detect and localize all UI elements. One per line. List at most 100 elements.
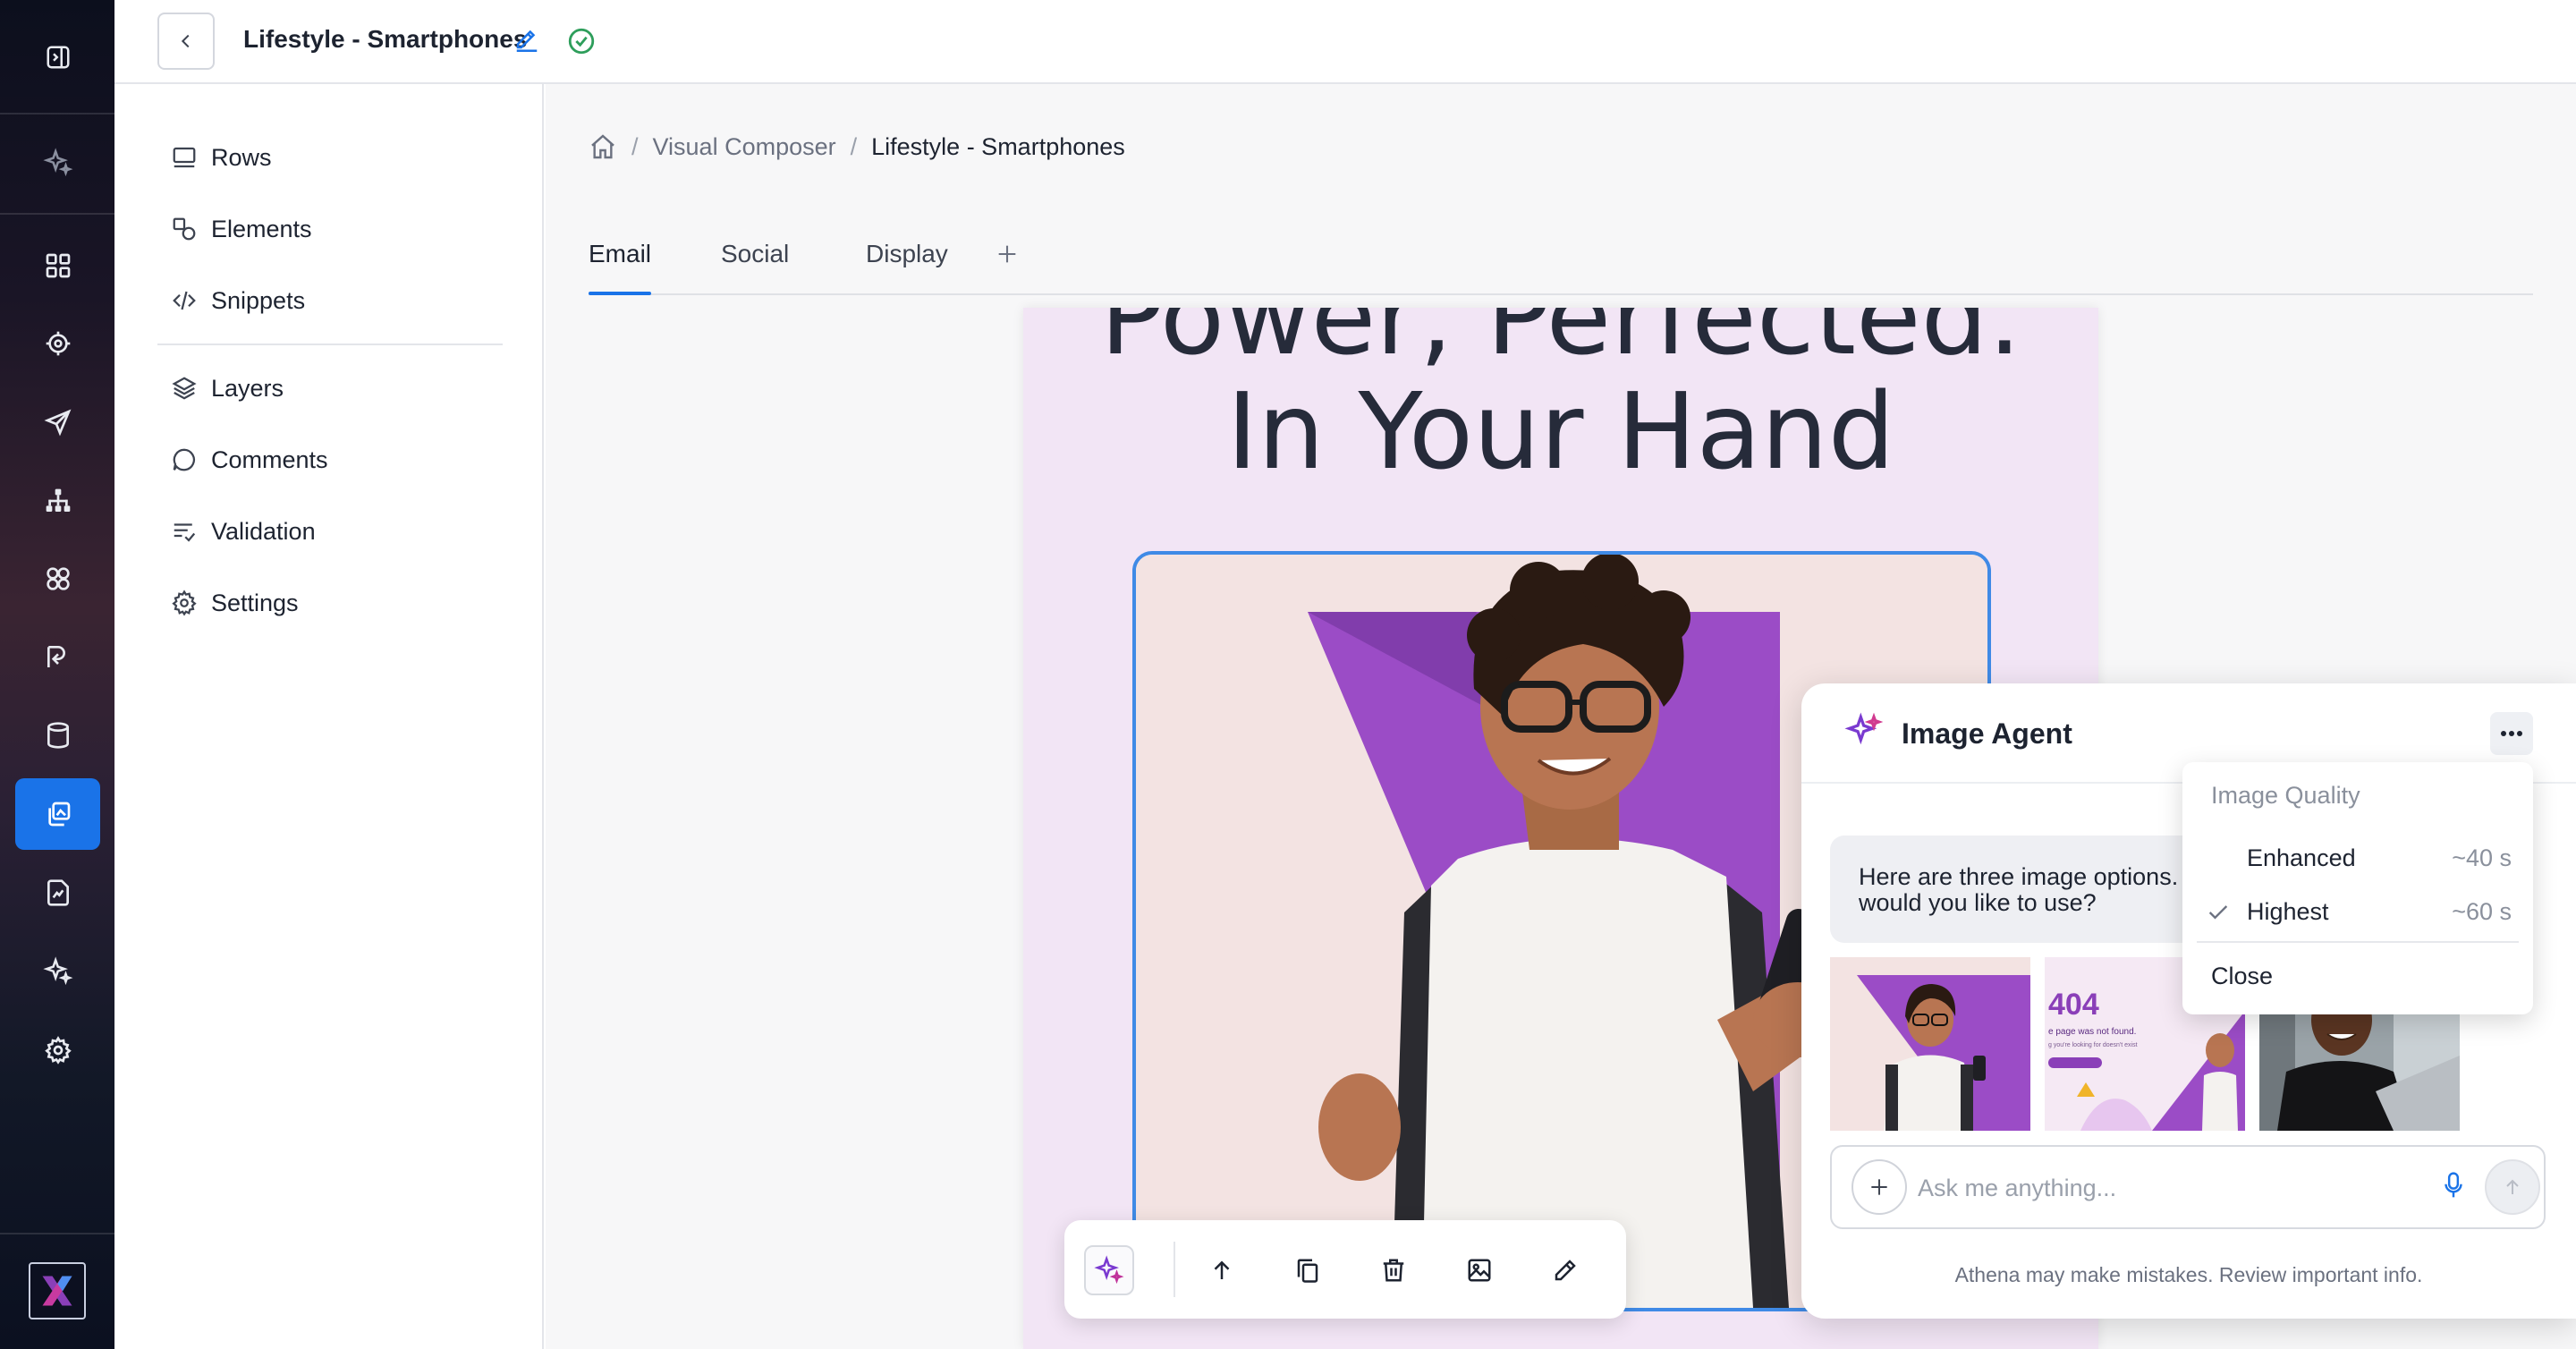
chevron-left-icon xyxy=(181,34,190,48)
breadcrumb-item[interactable]: Visual Composer xyxy=(653,133,836,161)
panel-item-comments[interactable]: Comments xyxy=(170,438,328,481)
move-up-button[interactable] xyxy=(1197,1245,1247,1295)
toolbar-divider xyxy=(1174,1242,1175,1297)
panel-item-label: Settings xyxy=(211,589,299,616)
panel-item-settings[interactable]: Settings xyxy=(170,581,299,624)
edit-title-icon[interactable] xyxy=(513,25,540,52)
breadcrumb-separator: / xyxy=(850,132,858,160)
segments-icon[interactable] xyxy=(15,543,100,615)
email-headline[interactable]: Power, Perfected. In Your Hand xyxy=(1023,308,2098,488)
thumb-404-tinytext: g you're looking for doesn't exist xyxy=(2048,1042,2138,1048)
delete-button[interactable] xyxy=(1368,1245,1419,1295)
panel-item-elements[interactable]: Elements xyxy=(170,208,312,250)
trash-icon xyxy=(1383,1259,1404,1282)
duplicate-button[interactable] xyxy=(1283,1245,1333,1295)
attach-button[interactable] xyxy=(1852,1159,1907,1215)
dashboard-icon[interactable] xyxy=(15,230,100,301)
thumb-404-subtext: e page was not found. xyxy=(2048,1027,2136,1037)
elements-icon xyxy=(170,215,199,243)
agent-title: Image Agent xyxy=(1902,717,2072,750)
element-toolbar xyxy=(1064,1220,1626,1319)
code-icon xyxy=(170,286,199,315)
menu-header: Image Quality xyxy=(2211,782,2360,809)
rail-divider xyxy=(0,113,114,115)
reports-icon[interactable] xyxy=(15,857,100,929)
breadcrumb-separator: / xyxy=(631,132,639,160)
thumb-404-text: 404 xyxy=(2048,988,2099,1022)
tab-social[interactable]: Social xyxy=(721,240,789,288)
ai-tools-icon[interactable] xyxy=(15,936,100,1007)
panel-item-layers[interactable]: Layers xyxy=(170,367,284,410)
panel-item-rows[interactable]: Rows xyxy=(170,136,272,179)
rail-divider xyxy=(0,1233,114,1234)
home-icon[interactable] xyxy=(589,132,617,161)
top-header: Lifestyle - Smartphones xyxy=(114,0,2576,84)
menu-option-enhanced[interactable]: Enhanced ~40 s xyxy=(2182,834,2533,884)
panel-item-snippets[interactable]: Snippets xyxy=(170,279,305,322)
panel-item-label: Elements xyxy=(211,215,312,242)
headline-line-2: In Your Hand xyxy=(1226,369,1895,493)
rows-icon xyxy=(170,143,199,172)
hierarchy-icon[interactable] xyxy=(15,465,100,537)
panel-item-label: Validation xyxy=(211,517,316,545)
image-icon xyxy=(1468,1259,1491,1282)
panel-divider xyxy=(157,344,503,345)
microphone-icon[interactable] xyxy=(2440,1170,2467,1201)
copy-icon xyxy=(1297,1259,1318,1283)
channel-tabs: Email Social Display xyxy=(589,233,2533,295)
menu-close[interactable]: Close xyxy=(2211,963,2273,990)
app-rail xyxy=(0,0,114,1349)
image-quality-menu: Image Quality Enhanced ~40 s Highest ~60… xyxy=(2182,762,2533,1014)
journey-icon[interactable] xyxy=(15,621,100,692)
add-tab-icon[interactable] xyxy=(995,242,1020,267)
back-button[interactable] xyxy=(157,13,215,70)
ask-input[interactable] xyxy=(1918,1167,2401,1209)
tab-display[interactable]: Display xyxy=(866,240,948,288)
agent-sparkle-icon xyxy=(1844,712,1884,751)
validation-icon xyxy=(170,517,199,546)
edit-button[interactable] xyxy=(1540,1245,1590,1295)
ai-edit-button[interactable] xyxy=(1084,1245,1134,1295)
plus-icon xyxy=(1871,1179,1887,1195)
pencil-icon xyxy=(1555,1260,1576,1281)
target-icon[interactable] xyxy=(15,308,100,379)
send-icon[interactable] xyxy=(15,386,100,458)
menu-divider xyxy=(2197,941,2519,943)
option-time: ~60 s xyxy=(2452,898,2512,925)
option-time: ~40 s xyxy=(2452,844,2512,871)
gear-icon xyxy=(170,589,199,617)
menu-option-highest[interactable]: Highest ~60 s xyxy=(2182,887,2533,938)
tab-email[interactable]: Email xyxy=(589,240,652,295)
send-button[interactable] xyxy=(2485,1159,2540,1215)
database-icon[interactable] xyxy=(15,700,100,771)
option-label: Highest xyxy=(2247,898,2329,925)
agent-disclaimer: Athena may make mistakes. Review importa… xyxy=(1954,1263,2423,1286)
breadcrumb-current: Lifestyle - Smartphones xyxy=(871,132,1125,160)
settings-gear-icon[interactable] xyxy=(15,1014,100,1086)
rail-divider xyxy=(0,213,114,215)
panel-item-label: Comments xyxy=(211,445,328,473)
arrow-up-icon xyxy=(1214,1260,1230,1279)
brand-logo-icon[interactable] xyxy=(29,1262,86,1319)
agent-chat-input xyxy=(1830,1145,2546,1229)
page-title: Lifestyle - Smartphones xyxy=(243,25,528,53)
option-label: Enhanced xyxy=(2247,844,2356,871)
comment-icon xyxy=(170,445,199,474)
composer-side-panel: Rows Elements Snippets Layers Comments V… xyxy=(114,84,544,1349)
panel-item-label: Rows xyxy=(211,143,272,171)
breadcrumb: / Visual Composer / Lifestyle - Smartpho… xyxy=(589,132,1125,161)
more-options-button[interactable] xyxy=(2490,712,2533,755)
expand-sidebar-icon[interactable] xyxy=(15,21,100,93)
replace-image-button[interactable] xyxy=(1454,1245,1504,1295)
panel-item-label: Snippets xyxy=(211,286,306,314)
layers-icon xyxy=(170,374,199,403)
headline-line-1: Power, Perfected. xyxy=(1099,308,2022,378)
image-option-1[interactable] xyxy=(1830,957,2030,1131)
checkmark-icon xyxy=(2206,900,2231,925)
arrow-up-icon xyxy=(2506,1179,2519,1194)
ai-sparkle-icon[interactable] xyxy=(15,127,100,199)
content-library-icon[interactable] xyxy=(15,778,100,850)
panel-item-validation[interactable]: Validation xyxy=(170,510,316,553)
saved-check-icon xyxy=(566,26,597,56)
panel-item-label: Layers xyxy=(211,374,284,402)
